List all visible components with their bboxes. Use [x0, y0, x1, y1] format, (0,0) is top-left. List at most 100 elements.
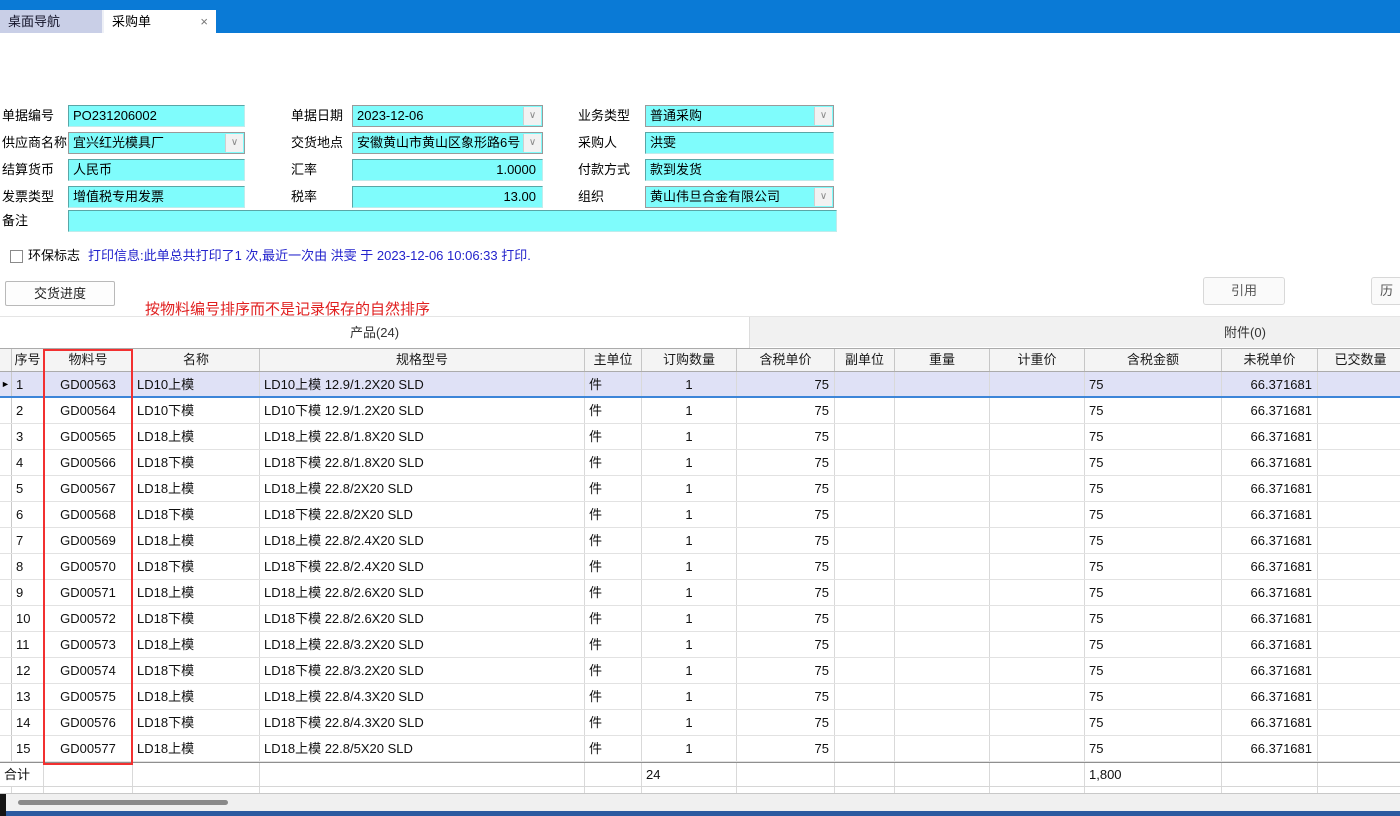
- cell-seq[interactable]: 2: [12, 398, 44, 423]
- table-row[interactable]: 11GD00573LD18上模LD18上模 22.8/3.2X20 SLD件17…: [0, 632, 1400, 658]
- table-row[interactable]: 4GD00566LD18下模LD18下模 22.8/1.8X20 SLD件175…: [0, 450, 1400, 476]
- table-row[interactable]: 3GD00565LD18上模LD18上模 22.8/1.8X20 SLD件175…: [0, 424, 1400, 450]
- cell-unit-price-with-tax[interactable]: 75: [737, 684, 835, 709]
- eco-mark-checkbox[interactable]: [10, 250, 23, 263]
- cell-unit[interactable]: 件: [585, 450, 642, 475]
- cell-unit-price-with-tax[interactable]: 75: [737, 736, 835, 761]
- cell-weight-unit-price[interactable]: [990, 632, 1085, 657]
- cell-sub-unit[interactable]: [835, 450, 895, 475]
- cell-name[interactable]: LD18上模: [133, 736, 260, 761]
- cell-material-no[interactable]: GD00574: [44, 658, 133, 683]
- table-row[interactable]: 7GD00569LD18上模LD18上模 22.8/2.4X20 SLD件175…: [0, 528, 1400, 554]
- cell-weight-unit-price[interactable]: [990, 372, 1085, 396]
- cell-delivered-qty[interactable]: [1318, 450, 1400, 475]
- cell-unit-price-with-tax[interactable]: 75: [737, 424, 835, 449]
- cell-sub-unit[interactable]: [835, 528, 895, 553]
- cell-sub-unit[interactable]: [835, 658, 895, 683]
- cell-weight-unit-price[interactable]: [990, 476, 1085, 501]
- cell-seq[interactable]: 8: [12, 554, 44, 579]
- column-header[interactable]: 物料号: [44, 349, 133, 371]
- cell-seq[interactable]: 5: [12, 476, 44, 501]
- cell-qty[interactable]: 1: [642, 710, 737, 735]
- cell-qty[interactable]: 1: [642, 684, 737, 709]
- cell-unit-price-with-tax[interactable]: 75: [737, 502, 835, 527]
- cell-weight[interactable]: [895, 372, 990, 396]
- cell-weight-unit-price[interactable]: [990, 528, 1085, 553]
- cell-material-no[interactable]: GD00563: [44, 372, 133, 396]
- cell-sub-unit[interactable]: [835, 424, 895, 449]
- column-header[interactable]: 名称: [133, 349, 260, 371]
- cell-unit-price-with-tax[interactable]: 75: [737, 450, 835, 475]
- chevron-down-icon[interactable]: ∨: [814, 188, 832, 206]
- cell-amount-with-tax[interactable]: 75: [1085, 528, 1222, 553]
- cell-spec[interactable]: LD18下模 22.8/2X20 SLD: [260, 502, 585, 527]
- cell-amount-with-tax[interactable]: 75: [1085, 736, 1222, 761]
- cell-unit-price-no-tax[interactable]: 66.371681: [1222, 476, 1318, 501]
- cell-weight-unit-price[interactable]: [990, 658, 1085, 683]
- column-header[interactable]: 计重价: [990, 349, 1085, 371]
- cell-spec[interactable]: LD18上模 22.8/2X20 SLD: [260, 476, 585, 501]
- cell-spec[interactable]: LD18下模 22.8/3.2X20 SLD: [260, 658, 585, 683]
- cell-delivered-qty[interactable]: [1318, 424, 1400, 449]
- cell-qty[interactable]: 1: [642, 424, 737, 449]
- cell-unit-price-no-tax[interactable]: 66.371681: [1222, 684, 1318, 709]
- cell-delivered-qty[interactable]: [1318, 736, 1400, 761]
- cell-qty[interactable]: 1: [642, 450, 737, 475]
- cell-weight[interactable]: [895, 710, 990, 735]
- cell-qty[interactable]: 1: [642, 398, 737, 423]
- cell-unit[interactable]: 件: [585, 554, 642, 579]
- cell-sub-unit[interactable]: [835, 632, 895, 657]
- chevron-down-icon[interactable]: ∨: [814, 107, 832, 125]
- cell-qty[interactable]: 1: [642, 502, 737, 527]
- cell-qty[interactable]: 1: [642, 528, 737, 553]
- column-header[interactable]: 订购数量: [642, 349, 737, 371]
- cell-spec[interactable]: LD10上模 12.9/1.2X20 SLD: [260, 372, 585, 396]
- cell-weight[interactable]: [895, 736, 990, 761]
- cell-name[interactable]: LD10下模: [133, 398, 260, 423]
- cell-weight[interactable]: [895, 502, 990, 527]
- cell-weight[interactable]: [895, 398, 990, 423]
- cell-delivered-qty[interactable]: [1318, 632, 1400, 657]
- delivery-place-field[interactable]: 安徽黄山市黄山区象形路6号∨: [352, 132, 543, 154]
- cell-seq[interactable]: 13: [12, 684, 44, 709]
- cell-spec[interactable]: LD18上模 22.8/2.6X20 SLD: [260, 580, 585, 605]
- cell-unit-price-with-tax[interactable]: 75: [737, 658, 835, 683]
- table-row[interactable]: 14GD00576LD18下模LD18下模 22.8/4.3X20 SLD件17…: [0, 710, 1400, 736]
- cell-unit-price-no-tax[interactable]: 66.371681: [1222, 450, 1318, 475]
- table-row[interactable]: 12GD00574LD18下模LD18下模 22.8/3.2X20 SLD件17…: [0, 658, 1400, 684]
- cell-amount-with-tax[interactable]: 75: [1085, 476, 1222, 501]
- cell-sub-unit[interactable]: [835, 606, 895, 631]
- cell-sub-unit[interactable]: [835, 476, 895, 501]
- cell-delivered-qty[interactable]: [1318, 606, 1400, 631]
- cell-sub-unit[interactable]: [835, 372, 895, 396]
- cell-unit[interactable]: 件: [585, 424, 642, 449]
- cell-unit-price-no-tax[interactable]: 66.371681: [1222, 736, 1318, 761]
- horizontal-scrollbar-track[interactable]: [0, 794, 1400, 811]
- cell-delivered-qty[interactable]: [1318, 580, 1400, 605]
- cell-unit-price-no-tax[interactable]: 66.371681: [1222, 398, 1318, 423]
- cell-delivered-qty[interactable]: [1318, 710, 1400, 735]
- cell-unit-price-no-tax[interactable]: 66.371681: [1222, 424, 1318, 449]
- table-row[interactable]: 10GD00572LD18下模LD18下模 22.8/2.6X20 SLD件17…: [0, 606, 1400, 632]
- tab-products[interactable]: 产品(24): [0, 317, 750, 348]
- cell-sub-unit[interactable]: [835, 580, 895, 605]
- cell-sub-unit[interactable]: [835, 502, 895, 527]
- table-row[interactable]: 13GD00575LD18上模LD18上模 22.8/4.3X20 SLD件17…: [0, 684, 1400, 710]
- cell-unit-price-no-tax[interactable]: 66.371681: [1222, 632, 1318, 657]
- cell-sub-unit[interactable]: [835, 710, 895, 735]
- cell-spec[interactable]: LD18下模 22.8/2.4X20 SLD: [260, 554, 585, 579]
- column-header[interactable]: 主单位: [585, 349, 642, 371]
- cell-delivered-qty[interactable]: [1318, 684, 1400, 709]
- cell-name[interactable]: LD18上模: [133, 424, 260, 449]
- cell-unit[interactable]: 件: [585, 632, 642, 657]
- cell-unit-price-with-tax[interactable]: 75: [737, 710, 835, 735]
- cell-weight-unit-price[interactable]: [990, 554, 1085, 579]
- doc-no-field[interactable]: PO231206002: [68, 105, 245, 127]
- cell-qty[interactable]: 1: [642, 372, 737, 396]
- cell-weight[interactable]: [895, 450, 990, 475]
- cell-name[interactable]: LD18上模: [133, 528, 260, 553]
- cell-amount-with-tax[interactable]: 75: [1085, 684, 1222, 709]
- cell-weight[interactable]: [895, 580, 990, 605]
- history-button[interactable]: 历: [1371, 277, 1400, 305]
- cell-qty[interactable]: 1: [642, 632, 737, 657]
